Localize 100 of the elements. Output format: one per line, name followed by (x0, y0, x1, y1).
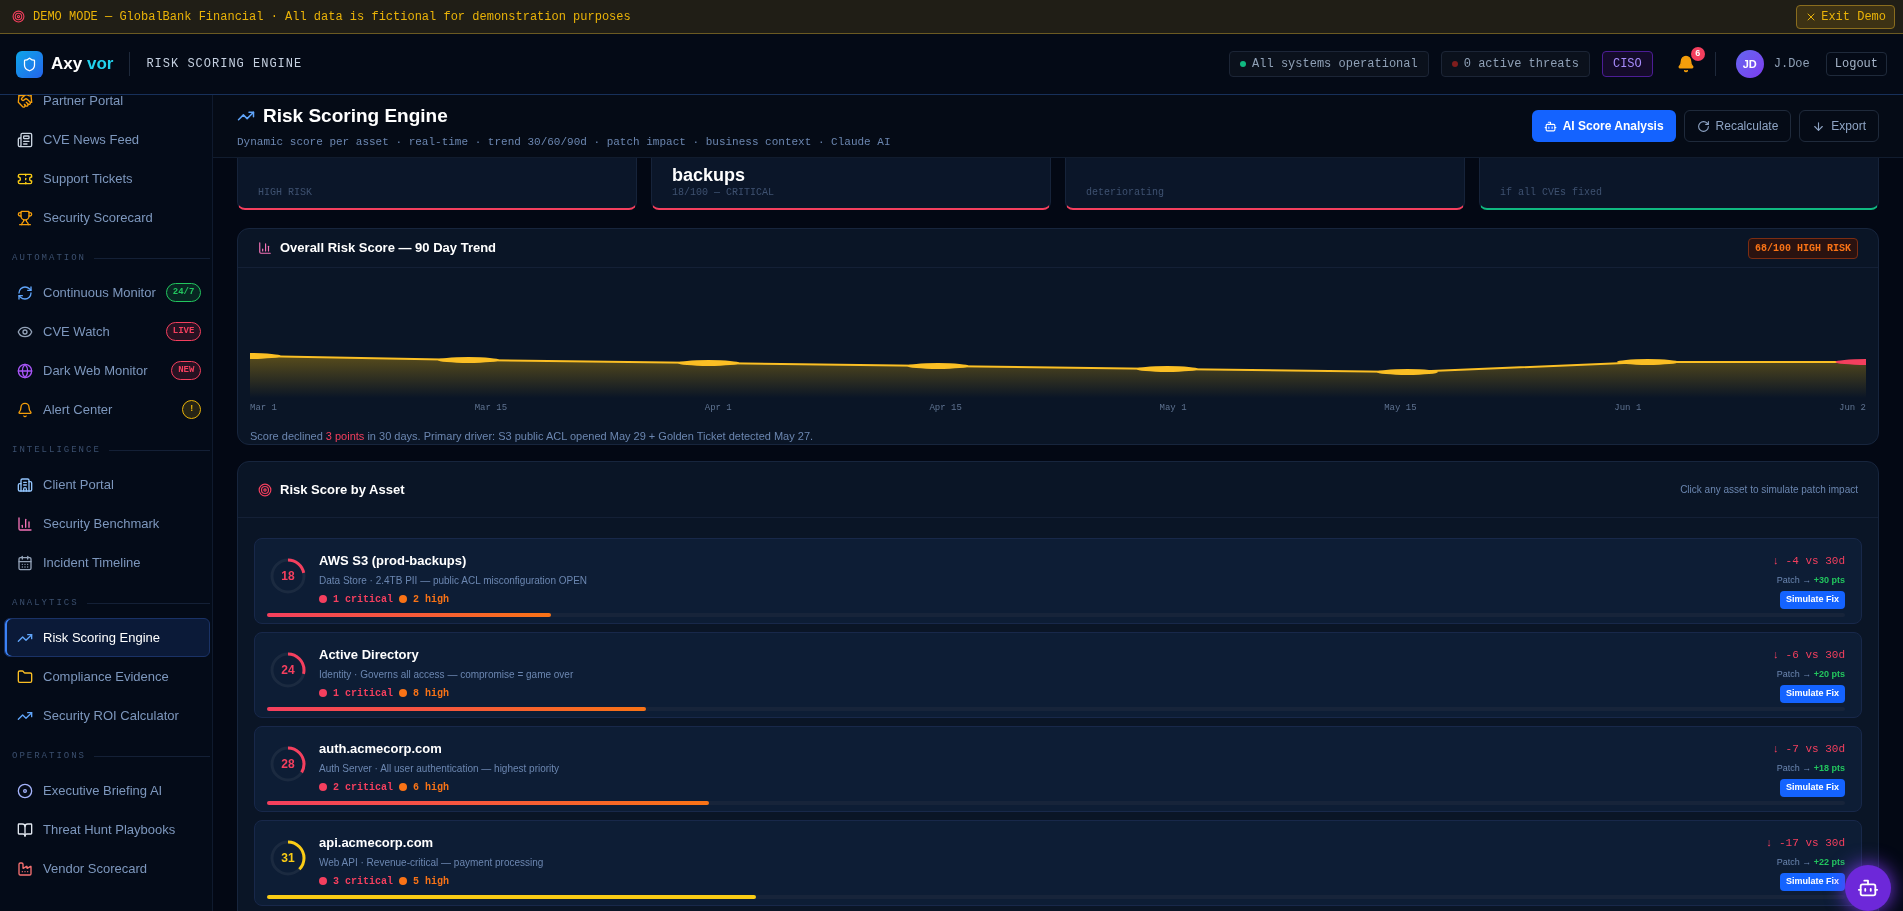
status-badge: LIVE (165, 321, 202, 342)
logo-text: Axy vor (51, 53, 114, 76)
asset-row[interactable]: 18 AWS S3 (prod-backups) Data Store · 2.4TB PII — public ACL misconfiguration OPEN 1 critical 2 high ↓ -4 vs 30d Patch → +30 pts Simulate Fix (254, 538, 1862, 624)
refresh-icon (17, 284, 33, 301)
banner-text: DEMO MODE — GlobalBank Financial · All data is fictional for demonstration purposes (33, 8, 632, 26)
score-value: 24 (281, 664, 295, 676)
asset-row[interactable]: 28 auth.acmecorp.com Auth Server · All user authentication — highest priority 2 critical 6 high ↓ -7 vs 30d Patch → +18 pts Simulate Fix (254, 726, 1862, 812)
panel-hint: Click any asset to simulate patch impact (1680, 483, 1858, 497)
logout-button[interactable]: Logout (1825, 52, 1887, 76)
axis-label: May 15 (1384, 402, 1417, 415)
risk-badge: 68/100 HIGH RISK (1748, 237, 1858, 259)
sidebar-item[interactable]: Partner Portal (4, 95, 211, 120)
sidebar-item[interactable]: Risk Scoring Engine (4, 618, 211, 657)
simulate-fix-button[interactable]: Simulate Fix (1780, 591, 1845, 609)
data-point (678, 360, 740, 366)
high-count: 6 high (413, 780, 450, 795)
refresh-icon (1696, 119, 1710, 133)
status-badge: NEW (171, 360, 202, 381)
sidebar-item[interactable]: Support Tickets (4, 159, 211, 198)
asset-description: Auth Server · All user authentication — highest priority (319, 761, 561, 776)
high-count: 5 high (413, 874, 450, 889)
bell-icon (17, 401, 33, 418)
simulate-fix-button[interactable]: Simulate Fix (1780, 779, 1845, 797)
building-icon (17, 476, 33, 493)
role-badge: CISO (1601, 51, 1653, 77)
asset-row[interactable]: 24 Active Directory Identity · Governs all access — compromise = game over 1 critical 8 high ↓ -6 vs 30d Patch → +20 pts Simulate Fix (254, 632, 1862, 718)
target-icon (258, 482, 272, 497)
robot-icon (1857, 877, 1879, 899)
panel-title: Risk Score by Asset (280, 480, 406, 499)
section-label: AUTOMATION (12, 251, 86, 265)
score-value: 31 (281, 852, 295, 864)
sidebar-item[interactable]: Vendor Scorecard (4, 849, 211, 888)
data-point (437, 357, 499, 363)
asset-name: Active Directory (319, 646, 420, 664)
status-pill: All systems operational (1229, 51, 1429, 77)
sidebar-item[interactable]: Dark Web Monitor NEW (4, 351, 211, 390)
data-point (1617, 359, 1679, 365)
section-label: OPERATIONS (12, 749, 86, 763)
score-value: 28 (281, 758, 295, 770)
target-icon (12, 10, 25, 23)
trend-delta: ↓ -7 vs 30d (1772, 742, 1845, 757)
page-label: RISK SCORING ENGINE (146, 56, 303, 73)
factory-icon (17, 860, 33, 877)
page-title: Risk Scoring Engine (263, 103, 448, 128)
trend-delta: ↓ -4 vs 30d (1772, 554, 1845, 569)
simulate-fix-button[interactable]: Simulate Fix (1780, 685, 1845, 703)
handshake-icon (17, 95, 33, 109)
critical-count: 2 critical (333, 780, 393, 795)
exit-demo-button[interactable]: Exit Demo (1796, 4, 1895, 29)
axis-label: Apr 15 (929, 402, 962, 415)
card-note: if all CVEs fixed (1500, 186, 1604, 200)
user-avatar[interactable]: JD (1735, 50, 1764, 78)
book-icon (17, 821, 33, 838)
action-button[interactable]: AI Score Analysis (1531, 110, 1676, 142)
newspaper-icon (17, 131, 33, 148)
data-point (250, 353, 281, 359)
section-label: ANALYTICS (12, 596, 79, 610)
action-button[interactable]: Recalculate (1683, 110, 1792, 142)
status-badge: 24/7 (165, 282, 202, 303)
sidebar-item[interactable]: Client Portal (4, 465, 211, 504)
sidebar-item[interactable]: Threat Hunt Playbooks (4, 810, 211, 849)
axis-label: Apr 1 (704, 402, 732, 415)
card-value: backups (672, 165, 747, 185)
axis-label: Jun 1 (1614, 402, 1642, 415)
data-point (1835, 359, 1866, 365)
trend-delta: ↓ -6 vs 30d (1772, 648, 1845, 663)
sidebar-item[interactable]: CVE News Feed (4, 120, 211, 159)
data-point (1136, 366, 1198, 372)
sidebar-item[interactable]: Security Scorecard (4, 198, 211, 237)
asset-row[interactable]: 31 api.acmecorp.com Web API · Revenue-critical — payment processing 3 critical 5 high ↓ -17 vs 30d Patch → +22 pts Simulate Fix (254, 820, 1862, 906)
sidebar-item[interactable]: CVE Watch LIVE (4, 312, 211, 351)
high-count: 8 high (413, 686, 450, 701)
section-label: INTELLIGENCE (12, 443, 101, 457)
card-note: deteriorating (1086, 186, 1165, 200)
disc-icon (17, 782, 33, 799)
sidebar-item[interactable]: Incident Timeline (4, 543, 211, 582)
panel-title: Overall Risk Score — 90 Day Trend (280, 239, 498, 258)
axis-label: Mar 15 (474, 402, 508, 415)
data-point (907, 363, 969, 369)
bar-chart-icon (17, 515, 33, 532)
critical-count: 1 critical (333, 686, 393, 701)
card-note: HIGH RISK (258, 186, 313, 200)
sidebar-item[interactable]: Alert Center ! (4, 390, 211, 429)
asset-description: Web API · Revenue-critical — payment processing (319, 855, 545, 870)
notification-bell-icon[interactable] (1676, 55, 1695, 73)
sidebar-item[interactable]: Executive Briefing AI (4, 771, 211, 810)
patch-impact: Patch → +18 pts (1776, 761, 1845, 775)
high-count: 2 high (413, 592, 450, 607)
sidebar-item[interactable]: Security Benchmark (4, 504, 211, 543)
asset-name: AWS S3 (prod-backups) (319, 552, 468, 570)
simulate-fix-button[interactable]: Simulate Fix (1780, 873, 1845, 891)
axis-label: Jun 2 (1839, 402, 1866, 415)
calendar-icon (17, 554, 33, 571)
action-button[interactable]: Export (1799, 110, 1879, 142)
axis-label: May 1 (1159, 402, 1187, 415)
sidebar-item[interactable]: Continuous Monitor 24/7 (4, 273, 211, 312)
sidebar-item[interactable]: Security ROI Calculator (4, 696, 211, 735)
folder-icon (17, 668, 33, 685)
page-subtitle: Dynamic score per asset · real-time · trend 30/60/90d · patch impact · business context · Claude AI (237, 135, 892, 150)
sidebar-item[interactable]: Compliance Evidence (4, 657, 211, 696)
